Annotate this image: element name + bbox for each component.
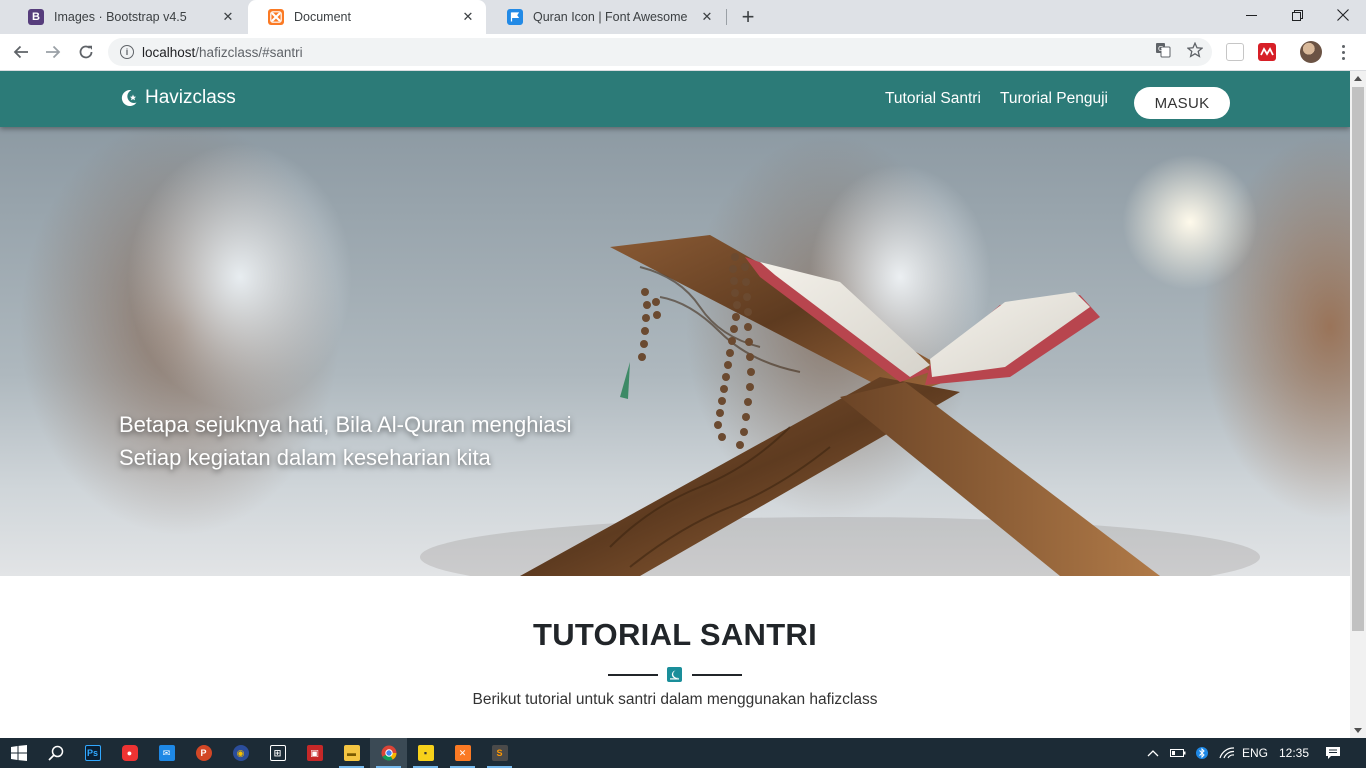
powerpoint-icon[interactable]: P — [185, 738, 222, 768]
section-subtitle: Berikut tutorial untuk santri dalam meng… — [472, 691, 878, 708]
store-icon[interactable]: ⊞ — [259, 738, 296, 768]
hero-caption: Betapa sejuknya hati, Bila Al-Quran meng… — [119, 408, 571, 474]
clock[interactable]: 12:35 — [1276, 738, 1312, 768]
url-text: localhost/hafizclass/#santri — [142, 45, 303, 60]
browser-tab-bootstrap[interactable]: B Images · Bootstrap v4.5 ✕ — [8, 0, 246, 34]
close-icon[interactable]: ✕ — [220, 9, 236, 25]
hero-caption-line-2: Setiap kegiatan dalam keseharian kita — [119, 445, 491, 470]
bookmark-star-icon[interactable] — [1186, 41, 1204, 59]
tab-title: Quran Icon | Font Awesome — [533, 10, 688, 24]
extension-icon[interactable] — [1226, 43, 1244, 61]
back-arrow-icon[interactable] — [8, 39, 34, 65]
scroll-down-arrow-icon[interactable] — [1354, 728, 1362, 733]
gift-app-icon[interactable]: ▣ — [296, 738, 333, 768]
site-navbar: Havizclass Tutorial Santri Turorial Peng… — [0, 71, 1350, 127]
address-bar[interactable]: i localhost/hafizclass/#santri — [108, 38, 1212, 66]
svg-text:G: G — [1158, 45, 1163, 53]
divider-line-right — [692, 674, 742, 676]
browser-menu-icon[interactable] — [1335, 40, 1351, 64]
minimize-icon[interactable] — [1228, 0, 1274, 30]
scrollbar-thumb[interactable] — [1352, 87, 1364, 631]
browser-tab-document[interactable]: Document ✕ — [248, 0, 486, 34]
xampp-icon — [268, 9, 284, 25]
new-tab-plus-icon[interactable]: + — [736, 4, 760, 29]
page-scrollbar[interactable] — [1350, 71, 1366, 738]
bluetooth-icon[interactable] — [1193, 738, 1211, 768]
tab-title: Images · Bootstrap v4.5 — [54, 10, 187, 24]
profile-avatar[interactable] — [1300, 41, 1322, 63]
close-icon[interactable]: ✕ — [699, 9, 715, 25]
screen-recorder-icon[interactable]: ● — [111, 738, 148, 768]
chrome-icon[interactable] — [370, 738, 407, 768]
show-hidden-icons-icon[interactable] — [1144, 738, 1162, 768]
hero-caption-line-1: Betapa sejuknya hati, Bila Al-Quran meng… — [119, 412, 572, 437]
info-icon[interactable]: i — [120, 45, 134, 59]
translate-icon[interactable]: G — [1154, 41, 1172, 59]
login-button[interactable]: MASUK — [1134, 87, 1230, 119]
bootstrap-icon: B — [28, 9, 44, 25]
sublime-text-icon[interactable]: S — [481, 738, 518, 768]
close-window-icon[interactable] — [1320, 0, 1366, 30]
brand-link[interactable]: Havizclass — [119, 87, 236, 109]
quran-on-rehal-image — [420, 235, 1260, 576]
nav-link-tutorial-penguji[interactable]: Turorial Penguji — [1000, 90, 1108, 108]
input-language[interactable]: ENG — [1240, 738, 1270, 768]
section-title: TUTORIAL SANTRI — [532, 617, 818, 652]
section-divider — [608, 667, 742, 683]
xampp-taskbar-icon[interactable]: ✕ — [444, 738, 481, 768]
forward-arrow-icon[interactable] — [40, 39, 66, 65]
url-path: /hafizclass/#santri — [195, 44, 303, 60]
restore-icon[interactable] — [1274, 0, 1320, 30]
photoshop-icon[interactable]: Ps — [74, 738, 111, 768]
browser-tabstrip: B Images · Bootstrap v4.5 ✕ Document ✕ Q… — [0, 0, 1366, 34]
file-explorer-icon[interactable]: ▬ — [333, 738, 370, 768]
search-icon[interactable] — [37, 738, 74, 768]
notifications-icon[interactable] — [1322, 738, 1344, 768]
wifi-icon[interactable] — [1217, 738, 1237, 768]
hero-banner: Betapa sejuknya hati, Bila Al-Quran meng… — [0, 127, 1350, 576]
mail-icon[interactable]: ✉ — [148, 738, 185, 768]
star-crescent-icon — [121, 90, 137, 107]
mendeley-extension-icon[interactable] — [1258, 43, 1276, 61]
close-icon[interactable]: ✕ — [460, 9, 476, 25]
browser-toolbar: i localhost/hafizclass/#santri G — [0, 34, 1366, 71]
app-globe-icon[interactable]: ◉ — [222, 738, 259, 768]
reload-icon[interactable] — [73, 39, 99, 65]
url-host: localhost — [142, 44, 196, 60]
tab-title: Document — [294, 10, 351, 24]
tab-separator — [726, 9, 727, 25]
windows-taskbar: Ps ● ✉ P ◉ ⊞ ▣ ▬ ▪ ✕ S ENG 12:35 — [0, 738, 1366, 768]
divider-line-left — [608, 674, 658, 676]
flag-icon — [507, 9, 523, 25]
page-viewport: Havizclass Tutorial Santri Turorial Peng… — [0, 71, 1350, 738]
nav-link-tutorial-santri[interactable]: Tutorial Santri — [885, 90, 981, 108]
windows-start-icon[interactable] — [0, 738, 37, 768]
browser-tab-font-awesome[interactable]: Quran Icon | Font Awesome ✕ — [487, 0, 725, 34]
sticky-notes-icon[interactable]: ▪ — [407, 738, 444, 768]
quran-icon — [667, 667, 682, 682]
scroll-up-arrow-icon[interactable] — [1354, 76, 1362, 81]
brand-name: Havizclass — [145, 87, 236, 108]
battery-icon[interactable] — [1168, 738, 1188, 768]
